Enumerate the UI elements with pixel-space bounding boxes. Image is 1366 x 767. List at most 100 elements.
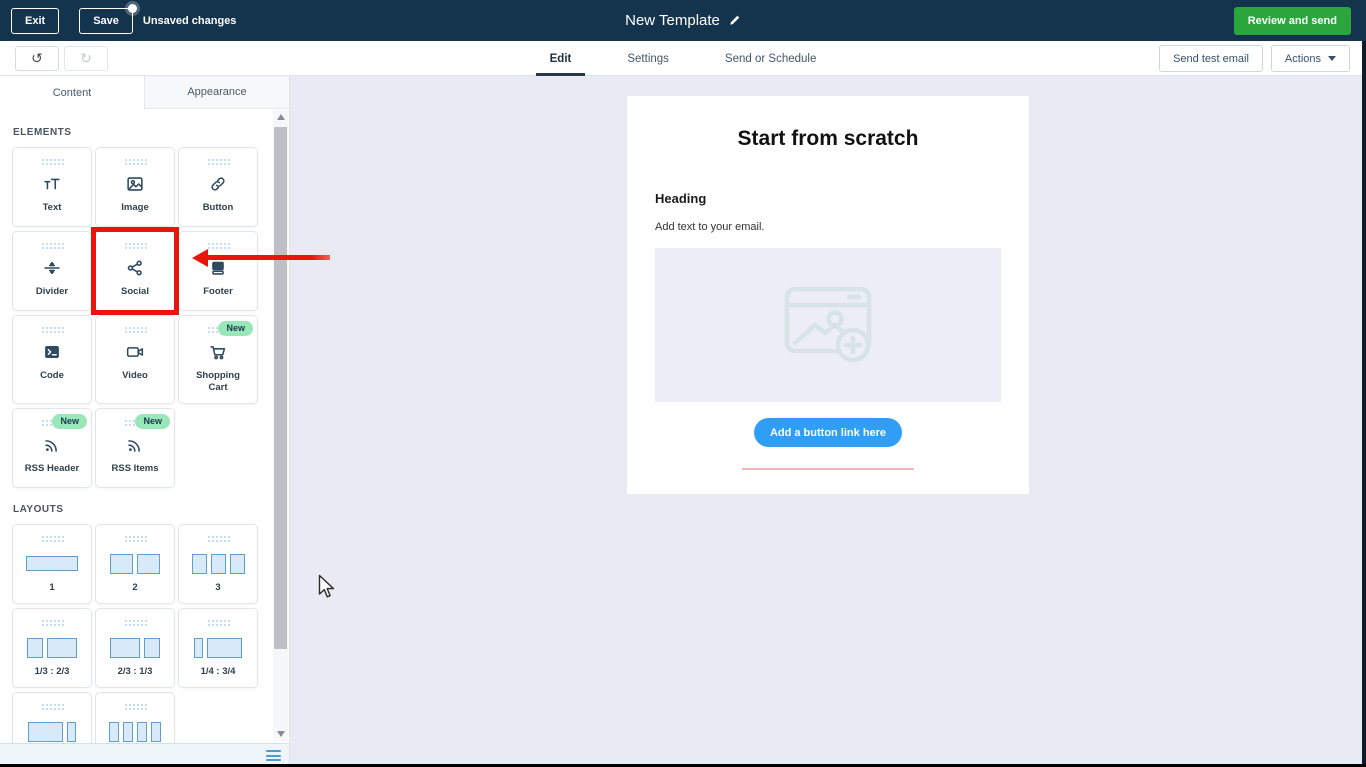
new-badge: New bbox=[135, 413, 170, 429]
drag-handle-dots-icon bbox=[123, 326, 147, 334]
sidebar-panel-body: ELEMENTS Text Image Button Divider Socia… bbox=[0, 109, 289, 743]
element-tile-label: RSS Items bbox=[111, 462, 159, 474]
image-icon bbox=[124, 172, 146, 196]
panel-resize-handle-icon[interactable] bbox=[266, 750, 281, 761]
element-tile-label: Image bbox=[121, 202, 149, 213]
drag-handle-dots-icon bbox=[40, 326, 64, 334]
topbar: Exit Save Unsaved changes New Template R… bbox=[0, 0, 1366, 41]
layout-tile-3[interactable]: 3 bbox=[178, 523, 258, 604]
drag-handle-dots-icon bbox=[123, 158, 147, 166]
element-tile-rss-items[interactable]: New RSS Items bbox=[95, 407, 175, 488]
unsaved-changes-text: Unsaved changes bbox=[142, 14, 237, 27]
scrollbar-down-arrow-icon[interactable] bbox=[273, 727, 288, 741]
image-placeholder-icon bbox=[784, 286, 872, 363]
rss-icon bbox=[124, 433, 146, 457]
element-tile-shopping-cart[interactable]: New Shopping Cart bbox=[178, 315, 258, 404]
cart-icon bbox=[207, 340, 229, 364]
editor-canvas: Start from scratch Heading Add text to y… bbox=[290, 76, 1366, 767]
layout-tile-label: 2/3 : 1/3 bbox=[117, 665, 153, 677]
layout-tile-two-thirds-one-third[interactable]: 2/3 : 1/3 bbox=[95, 607, 175, 688]
email-title[interactable]: Start from scratch bbox=[627, 127, 1029, 151]
scrollbar-up-arrow-icon[interactable] bbox=[273, 110, 288, 124]
drag-handle-dots-icon bbox=[123, 702, 147, 711]
layout-tile-label: 3 bbox=[215, 581, 221, 593]
edit-pencil-icon[interactable] bbox=[728, 14, 741, 27]
scrollbar-thumb[interactable] bbox=[274, 127, 287, 649]
review-and-send-button[interactable]: Review and send bbox=[1233, 7, 1351, 35]
layout-figure-three-columns bbox=[191, 552, 245, 576]
exit-button[interactable]: Exit bbox=[11, 7, 60, 34]
link-icon bbox=[207, 172, 229, 196]
layout-tile-one-third-two-thirds[interactable]: 1/3 : 2/3 bbox=[12, 607, 92, 688]
drag-handle-dots-icon bbox=[123, 534, 147, 543]
layout-tile-one-quarter-three-quarters[interactable]: 1/4 : 3/4 bbox=[178, 607, 258, 688]
tab-settings[interactable]: Settings bbox=[623, 41, 673, 76]
tab-send-or-schedule[interactable]: Send or Schedule bbox=[721, 41, 820, 76]
email-preview-card[interactable]: Start from scratch Heading Add text to y… bbox=[627, 96, 1029, 494]
actions-button-label: Actions bbox=[1284, 52, 1321, 65]
footer-icon bbox=[207, 256, 229, 280]
drag-handle-dots-icon bbox=[206, 242, 230, 250]
layout-tile-1[interactable]: 1 bbox=[12, 523, 92, 604]
element-tile-label: RSS Header bbox=[24, 462, 80, 474]
save-button-label: Save bbox=[93, 14, 119, 27]
layout-tile-label: 1/4 : 3/4 bbox=[200, 665, 236, 677]
elements-grid: Text Image Button Divider Social Footer … bbox=[12, 147, 258, 488]
toolbar-right-group: Send test email Actions bbox=[1159, 45, 1350, 72]
drag-handle-dots-icon bbox=[40, 618, 64, 627]
element-tile-code[interactable]: Code bbox=[12, 315, 92, 404]
layout-tile-label: 1 bbox=[49, 581, 55, 593]
element-tile-button[interactable]: Button bbox=[178, 147, 258, 227]
drag-handle-dots-icon bbox=[123, 242, 147, 250]
layout-tile-partial-three-quarters-one-quarter[interactable] bbox=[12, 691, 92, 743]
element-tile-label: Divider bbox=[35, 286, 69, 297]
email-divider[interactable] bbox=[742, 468, 914, 470]
layout-tile-label: 2 bbox=[132, 581, 138, 593]
add-button-link-button[interactable]: Add a button link here bbox=[754, 418, 902, 447]
actions-button[interactable]: Actions bbox=[1270, 45, 1350, 72]
drag-handle-dots-icon bbox=[206, 534, 230, 543]
layouts-grid: 1 2 3 1/3 : 2/3 2/3: 1/3 1/4: 3/4 bbox=[12, 523, 258, 743]
element-tile-footer[interactable]: Footer bbox=[178, 231, 258, 311]
divider-icon bbox=[41, 256, 63, 280]
element-tile-label: Social bbox=[121, 286, 149, 297]
sidebar-scrollbar[interactable] bbox=[273, 110, 288, 741]
video-icon bbox=[124, 340, 146, 364]
element-tile-text[interactable]: Text bbox=[12, 147, 92, 227]
email-heading[interactable]: Heading bbox=[655, 191, 1029, 206]
image-placeholder[interactable] bbox=[655, 248, 1001, 402]
layouts-section-label: LAYOUTS bbox=[13, 503, 64, 515]
layout-figure-1-4-3-4 bbox=[194, 636, 242, 660]
layout-tile-partial-four-columns[interactable] bbox=[95, 691, 175, 743]
sidebar-tabs: Content Appearance bbox=[0, 76, 289, 109]
drag-handle-dots-icon bbox=[40, 242, 64, 250]
email-body-text[interactable]: Add text to your email. bbox=[655, 221, 1029, 233]
layout-tile-label: 1/3 : 2/3 bbox=[34, 665, 70, 677]
sidebar-tab-appearance[interactable]: Appearance bbox=[144, 76, 289, 109]
tab-edit[interactable]: Edit bbox=[535, 41, 586, 76]
template-title-text[interactable]: New Template bbox=[625, 12, 720, 29]
element-tile-label: Shopping Cart bbox=[196, 370, 240, 394]
new-badge: New bbox=[218, 321, 253, 336]
redo-button[interactable]: ↻ bbox=[64, 46, 108, 71]
element-tile-social[interactable]: Social bbox=[91, 227, 179, 315]
element-tile-divider[interactable]: Divider bbox=[12, 231, 92, 311]
element-tile-image[interactable]: Image bbox=[95, 147, 175, 227]
element-tile-video[interactable]: Video bbox=[95, 315, 175, 404]
sidebar-tab-content[interactable]: Content bbox=[0, 76, 144, 109]
layout-figure-1-3-2-3 bbox=[27, 636, 77, 660]
undo-button[interactable]: ↺ bbox=[15, 46, 59, 71]
layout-figure-4-columns bbox=[109, 720, 161, 743]
drag-handle-dots-icon bbox=[40, 158, 64, 166]
screen-right-edge bbox=[1362, 41, 1366, 767]
element-tile-label: Button bbox=[202, 202, 234, 213]
element-tile-rss-header[interactable]: New RSS Header bbox=[12, 407, 92, 488]
send-test-email-button[interactable]: Send test email bbox=[1159, 45, 1263, 72]
element-tile-label: Code bbox=[40, 370, 64, 381]
layout-tile-2[interactable]: 2 bbox=[95, 523, 175, 604]
rss-icon bbox=[41, 433, 63, 457]
toolbar: ↺ ↻ Edit Settings Send or Schedule Send … bbox=[0, 41, 1366, 76]
elements-section-label: ELEMENTS bbox=[13, 127, 72, 138]
save-button[interactable]: Save bbox=[79, 3, 137, 34]
drag-handle-dots-icon bbox=[206, 158, 230, 166]
